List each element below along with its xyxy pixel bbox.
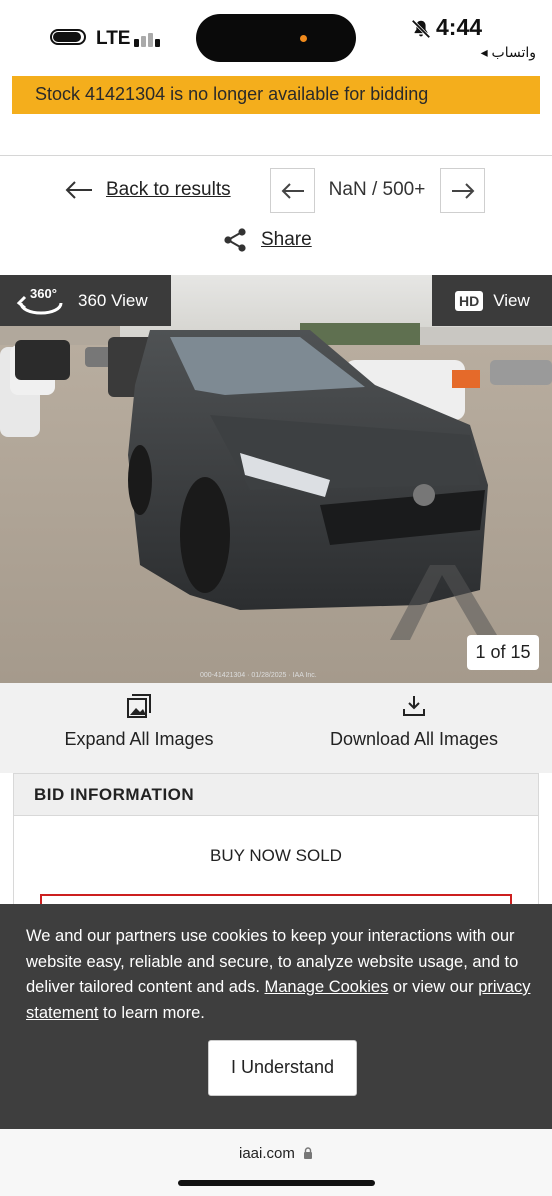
- share-label: Share: [261, 229, 312, 250]
- i-understand-button[interactable]: I Understand: [208, 1040, 357, 1096]
- lock-icon: [304, 1147, 313, 1159]
- page: LTE 4:44 ◂ واتساب Stock 41421304 is no l…: [0, 0, 552, 1196]
- muted-bell-icon: [411, 19, 431, 39]
- dynamic-island: [196, 14, 356, 62]
- divider: [0, 155, 552, 156]
- cookie-text-middle: or view our: [388, 978, 479, 996]
- url-text: iaai.com: [238, 1145, 295, 1162]
- arrow-left-icon: [65, 181, 92, 199]
- bid-status: BUY NOW SOLD: [210, 846, 342, 865]
- hd-badge: HD: [455, 290, 484, 311]
- cookie-text-after: to learn more.: [98, 1003, 205, 1022]
- image-actions: Expand All Images Download All Images: [0, 683, 552, 773]
- clock: 4:44: [436, 14, 483, 40]
- recording-dot-icon: [300, 35, 307, 42]
- back-to-app-link[interactable]: ◂ واتساب: [481, 44, 536, 61]
- vehicle-photo[interactable]: [0, 275, 552, 683]
- expand-all-images-button[interactable]: Expand All Images: [59, 693, 219, 750]
- home-indicator[interactable]: [178, 1180, 375, 1186]
- hd-view-label: View: [493, 290, 530, 310]
- view-360-label: 360 View: [78, 290, 148, 310]
- status-bar: LTE 4:44 ◂ واتساب: [0, 0, 552, 74]
- bid-information-header: BID INFORMATION: [14, 774, 538, 816]
- expand-all-images-label: Expand All Images: [64, 729, 214, 749]
- toggle-icon: [50, 29, 86, 45]
- image-gallery-icon: [127, 694, 151, 718]
- network-type: LTE: [96, 28, 131, 49]
- manage-cookies-link[interactable]: Manage Cookies: [265, 978, 389, 996]
- image-counter: 1 of 15: [467, 635, 539, 670]
- signal-icon: [134, 30, 164, 47]
- cookie-message: We and our partners use cookies to keep …: [26, 924, 531, 1026]
- vehicle-photo-image: [0, 275, 552, 683]
- hd-view-button[interactable]: HD View: [432, 275, 552, 326]
- next-button[interactable]: [440, 168, 485, 213]
- download-all-images-button[interactable]: Download All Images: [322, 693, 506, 750]
- download-all-images-label: Download All Images: [329, 729, 499, 749]
- download-icon: [403, 696, 425, 716]
- photo-caption: 000-41421304 · 01/28/2025 · IAA Inc.: [200, 672, 317, 679]
- previous-button[interactable]: [270, 168, 315, 213]
- view360-badge-text: 360°: [30, 286, 57, 301]
- arrow-right-icon: [451, 182, 474, 199]
- arrow-left-icon: [281, 182, 304, 199]
- rotate-360-icon: 360°: [16, 286, 63, 315]
- cookie-banner: We and our partners use cookies to keep …: [0, 904, 552, 1129]
- share-icon: [224, 228, 246, 252]
- back-to-results-link[interactable]: Back to results: [64, 175, 231, 205]
- pager-text: NaN / 500+: [328, 179, 426, 200]
- unavailable-banner: Stock 41421304 is no longer available fo…: [12, 76, 540, 114]
- url-display: iaai.com: [0, 1145, 552, 1162]
- view-360-button[interactable]: 360° 360 View: [0, 275, 171, 326]
- back-to-results-label: Back to results: [106, 179, 231, 200]
- browser-url-bar[interactable]: iaai.com: [0, 1129, 552, 1196]
- share-link[interactable]: Share: [222, 226, 312, 254]
